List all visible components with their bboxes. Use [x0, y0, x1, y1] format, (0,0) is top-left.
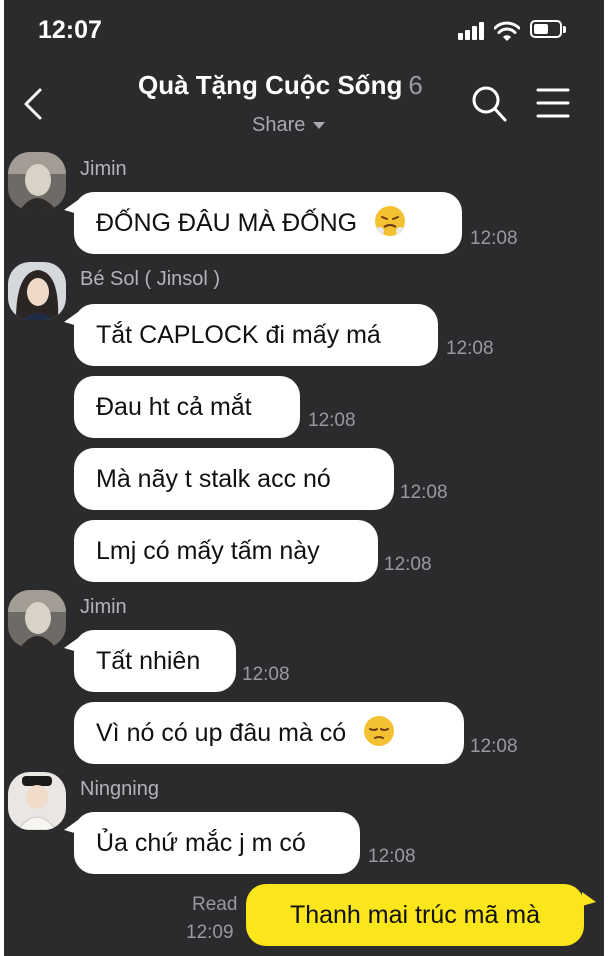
avatar-be-sol[interactable] — [8, 262, 66, 320]
message-text: Ủa chứ mắc j m có — [96, 829, 306, 857]
message-bubble[interactable]: Lmj có mấy tấm này — [74, 520, 378, 582]
message-text: Mà nãy t stalk acc nó — [96, 465, 331, 493]
message-text: Đau ht cả mắt — [96, 393, 252, 421]
message-bubble[interactable]: Tắt CAPLOCK đi mấy má — [64, 304, 438, 366]
read-receipt: Read — [192, 894, 238, 915]
chat-header: Quà Tặng Cuộc Sống 6 Share — [0, 62, 608, 150]
message-time: 12:08 — [470, 228, 518, 249]
status-time: 12:07 — [38, 16, 102, 44]
message-time: 12:09 — [186, 922, 234, 943]
message-bubble[interactable]: Mà nãy t stalk acc nó — [74, 448, 394, 510]
chat-title[interactable]: Quà Tặng Cuộc Sống 6 — [138, 70, 423, 101]
chat-screen: 12:07 Quà Tặng Cuộc Sống 6 Share Jimin Đ… — [0, 0, 608, 956]
avatar-jimin[interactable] — [8, 590, 66, 648]
message-time: 12:08 — [368, 846, 416, 867]
status-bar: 12:07 — [0, 0, 608, 62]
steam-from-nose-emoji — [375, 206, 406, 237]
message-time: 12:08 — [470, 736, 518, 757]
share-label: Share — [252, 114, 306, 136]
caret-down-icon — [313, 122, 326, 130]
message-time: 12:08 — [242, 664, 290, 685]
battery-tip — [563, 26, 566, 33]
pensive-face-emoji — [364, 716, 395, 747]
signal-icon — [458, 22, 488, 40]
message-bubble[interactable]: Tất nhiên — [64, 630, 236, 692]
message-text: ĐỐNG ĐÂU MÀ ĐỐNG — [96, 209, 358, 237]
message-bubble[interactable]: Vì nó có up đâu mà có — [74, 702, 464, 764]
member-count: 6 — [408, 70, 423, 100]
back-icon[interactable] — [18, 84, 48, 124]
left-edge — [0, 0, 4, 956]
battery-icon — [530, 20, 562, 38]
message-text: Lmj có mấy tấm này — [96, 537, 320, 565]
share-dropdown[interactable]: Share — [252, 114, 326, 137]
search-icon[interactable] — [470, 84, 508, 124]
message-bubble[interactable]: Đau ht cả mắt — [74, 376, 300, 438]
sender-name: Jimin — [80, 596, 127, 618]
right-edge — [604, 0, 608, 956]
wifi-icon — [494, 21, 520, 41]
own-message-bubble[interactable]: Thanh mai trúc mã mà — [246, 884, 596, 946]
avatar-jimin[interactable] — [8, 152, 66, 210]
message-time: 12:08 — [400, 482, 448, 503]
menu-icon[interactable] — [536, 86, 570, 120]
message-text: Thanh mai trúc mã mà — [289, 901, 541, 929]
message-text: Tắt CAPLOCK đi mấy má — [96, 321, 381, 349]
message-text: Tất nhiên — [96, 647, 201, 675]
message-bubble[interactable]: ĐỐNG ĐÂU MÀ ĐỐNG — [64, 192, 462, 254]
message-text: Vì nó có up đâu mà có — [96, 719, 347, 747]
chat-name: Quà Tặng Cuộc Sống — [138, 70, 403, 100]
sender-name: Bé Sol ( Jinsol ) — [80, 268, 221, 290]
sender-name: Jimin — [80, 158, 127, 180]
avatar-ningning[interactable] — [8, 772, 66, 830]
message-time: 12:08 — [308, 410, 356, 431]
message-bubble[interactable]: Ủa chứ mắc j m có — [64, 812, 360, 874]
message-time: 12:08 — [446, 338, 494, 359]
sender-name: Ningning — [80, 778, 159, 800]
message-time: 12:08 — [384, 554, 432, 575]
